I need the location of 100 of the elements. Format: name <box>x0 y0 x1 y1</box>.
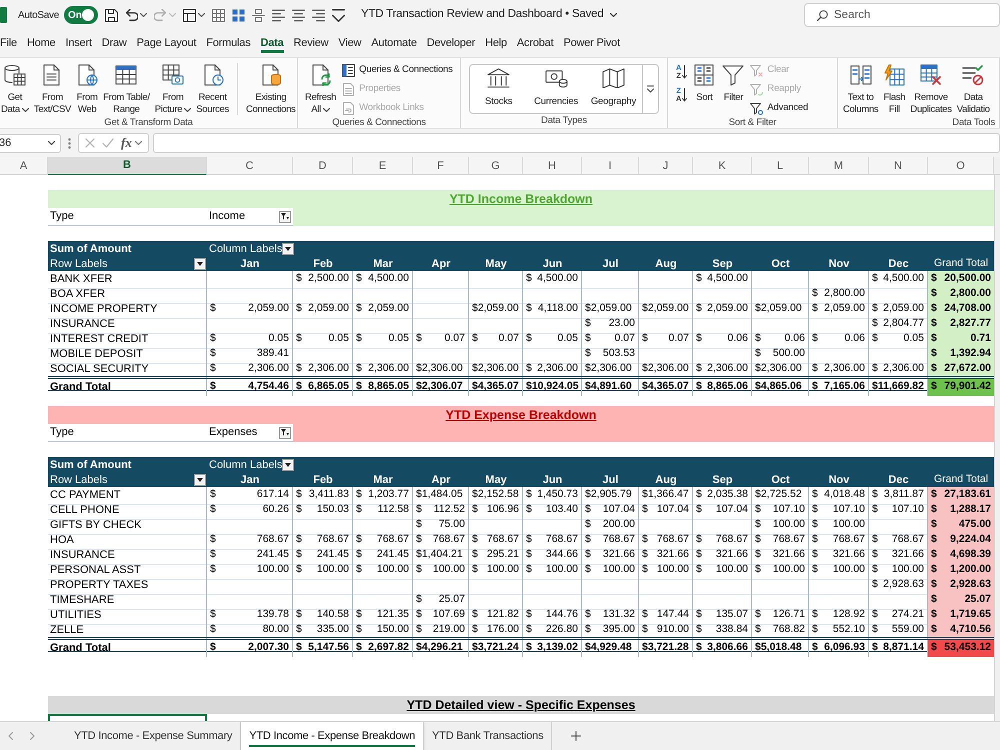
row-label: MOBILE DEPOSIT <box>48 346 207 364</box>
column-header: Jan <box>240 473 260 488</box>
folded-map-icon <box>602 68 625 88</box>
filter-button[interactable] <box>279 210 291 222</box>
ribbon-button[interactable]: From Web <box>75 58 100 116</box>
empty-cell <box>413 271 469 288</box>
row-filter-button[interactable] <box>194 474 206 486</box>
table-cell: $ 0.07 <box>469 331 523 348</box>
vertical-dots-icon <box>68 138 71 148</box>
table-cell: $ 241.45 <box>353 547 413 564</box>
ribbon-button[interactable]: From Text/CSV <box>32 58 72 116</box>
menu-tab[interactable]: Home <box>26 34 56 53</box>
menu-tab[interactable]: Automate <box>371 34 417 53</box>
ribbon-button[interactable]: Existing Connections <box>245 58 297 116</box>
ribbon-button[interactable]: From Table/ Range <box>102 58 151 116</box>
funnel-icon <box>722 64 744 86</box>
menu-tab[interactable]: Draw <box>102 34 127 53</box>
table-cell: $ 100.00 <box>582 562 639 580</box>
menu-tab[interactable]: Developer <box>426 34 476 53</box>
check-list-icon <box>962 64 984 86</box>
column-header[interactable]: B <box>48 157 207 176</box>
menu-tab[interactable]: Data <box>260 34 284 53</box>
table-cell: $ 1,450.73 <box>523 487 582 504</box>
table-cell: $ 139.78 <box>207 607 293 624</box>
empty-cell <box>469 577 523 594</box>
caret-down-icon <box>22 108 29 112</box>
gallery-option[interactable]: Geography <box>584 65 642 113</box>
table-cell: $ 100.00 <box>809 517 869 534</box>
menu-tab[interactable]: Insert <box>65 34 92 53</box>
row-filter-button[interactable] <box>194 258 206 270</box>
grid-lightning-icon <box>883 64 906 86</box>
row-label: INTEREST CREDIT <box>48 331 207 348</box>
table-cell: $2,152.58 <box>469 487 523 504</box>
line-caret-icon <box>647 85 654 93</box>
column-header: Apr <box>430 257 452 272</box>
empty-cell <box>353 346 413 364</box>
table-cell: $ 0.06 <box>809 331 869 348</box>
empty-cell <box>752 577 809 594</box>
menu-tab[interactable]: Acrobat <box>516 34 554 53</box>
table-cell: $ 2,306.00 <box>693 361 752 378</box>
autosave-toggle[interactable]: On <box>64 6 98 24</box>
sheet-tab[interactable]: YTD Bank Transactions <box>424 722 552 750</box>
filter-button[interactable] <box>279 426 291 438</box>
ribbon-button[interactable]: Data Validatio <box>956 58 991 116</box>
table-cell: $4,365.07 <box>639 379 693 396</box>
total-cell: $ 79,901.42 <box>928 379 994 396</box>
ribbon-button[interactable]: Sort <box>692 58 716 104</box>
table-cell: $ 241.45 <box>207 547 293 564</box>
column-filter-button[interactable] <box>282 459 294 472</box>
gallery-option[interactable]: Stocks <box>470 65 528 113</box>
menu-tab[interactable]: Page Layout <box>136 34 196 53</box>
ribbon-button[interactable]: Recent Sources <box>195 58 230 116</box>
caret-down-icon <box>168 13 176 17</box>
column-header: Jul <box>602 473 620 488</box>
table-cell: $5,018.48 <box>752 640 809 656</box>
caret-down-icon <box>610 13 617 17</box>
align-right-icon <box>312 8 325 22</box>
empty-cell <box>809 346 869 364</box>
menu-tab[interactable]: Review <box>294 34 328 53</box>
table-cell: $ 2,697.82 <box>353 640 413 656</box>
table-cell: $ 107.10 <box>809 502 869 520</box>
ribbon-button[interactable]: Flash Fill <box>882 58 906 116</box>
column-filter-button[interactable] <box>282 243 294 256</box>
menu-tab[interactable]: Help <box>485 34 507 53</box>
ribbon-small-button[interactable]: Queries & Connections <box>342 62 453 78</box>
value-label: Sum of Amount <box>49 458 132 473</box>
empty-cell <box>639 517 693 534</box>
table-cell: $ 80.00 <box>207 622 293 640</box>
caret-down-icon <box>48 141 55 145</box>
row-label: PROPERTY TAXES <box>48 577 207 594</box>
table-cell: $3,721.24 <box>469 640 523 656</box>
empty-cell <box>469 517 523 534</box>
table-cell: $ 3,411.83 <box>293 487 353 504</box>
formula-field[interactable] <box>152 133 1000 153</box>
sheet-tab[interactable]: YTD Income - Expense Breakdown <box>241 722 424 750</box>
empty-cell <box>413 577 469 594</box>
gallery-option[interactable]: Currencies <box>527 65 585 113</box>
empty-cell <box>809 592 869 610</box>
table-cell: $ 5,147.56 <box>293 640 353 656</box>
ribbon-button[interactable]: From Picture <box>154 58 192 116</box>
ribbon-small-button[interactable]: Advanced <box>750 100 808 116</box>
document-refresh-icon <box>310 64 332 86</box>
search-field[interactable]: Search <box>804 3 1000 27</box>
ribbon-button[interactable]: Remove Duplicates <box>909 58 953 116</box>
ribbon-button[interactable]: Text to Columns <box>842 58 880 116</box>
document-title[interactable]: YTD Transaction Review and Dashboard • Saved <box>360 6 617 24</box>
table-cell: $ 768.67 <box>523 532 582 550</box>
table-cell: $ 2,007.30 <box>207 640 293 656</box>
menu-tab[interactable]: View <box>338 34 362 53</box>
menu-tab[interactable]: File <box>0 34 17 53</box>
row-label: GIFTS BY CHECK <box>48 517 207 534</box>
bank-building-icon <box>487 68 510 88</box>
menu-tab[interactable]: Formulas <box>206 34 250 53</box>
table-cell: $ 128.92 <box>809 607 869 624</box>
ribbon-button[interactable]: Filter <box>721 58 746 104</box>
ribbon-button[interactable]: Get Data <box>0 58 30 116</box>
table-cell: $ 107.04 <box>693 502 752 520</box>
ribbon-button[interactable]: Refresh All <box>304 58 338 116</box>
menu-tab[interactable]: Power Pivot <box>563 34 620 53</box>
table-cell: $ 2,059.00 <box>207 301 293 318</box>
